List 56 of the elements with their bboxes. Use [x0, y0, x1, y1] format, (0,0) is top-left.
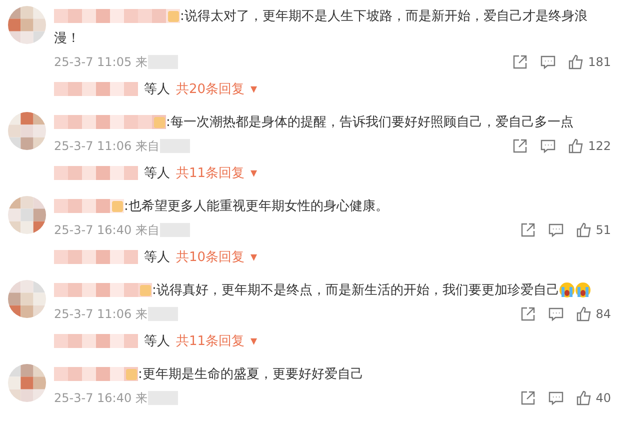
like-icon[interactable] — [568, 138, 584, 154]
caret-icon[interactable]: ▾ — [250, 166, 258, 180]
avatar[interactable] — [8, 364, 46, 402]
comment-text: :也希望更多人能重视更年期女性的身心健康。 — [124, 199, 388, 214]
redacted-name — [54, 198, 124, 214]
like-count: 122 — [588, 139, 611, 153]
avatar[interactable] — [8, 6, 46, 44]
share-icon[interactable] — [520, 306, 536, 322]
comment-source: 来 — [136, 54, 148, 70]
comment-time: 25-3-7 16:40 — [54, 223, 132, 237]
caret-icon[interactable]: ▾ — [250, 82, 258, 96]
comment-time: 25-3-7 11:06 — [54, 139, 132, 153]
reply-count-link[interactable]: 共11条回复 — [176, 164, 245, 182]
comment-time: 25-3-7 11:06 — [54, 307, 132, 321]
like-icon[interactable] — [576, 306, 592, 322]
comment-time: 25-3-7 16:40 — [54, 391, 132, 405]
comment-text: :说得太对了，更年期不是人生下坡路，而是新开始，爱自己才是终身浪 — [180, 9, 588, 24]
reply-count-link[interactable]: 共20条回复 — [176, 80, 245, 98]
comment-source: 来 — [136, 306, 148, 322]
like-count: 51 — [596, 223, 611, 237]
share-icon[interactable] — [520, 222, 536, 238]
comment-text: :更年期是生命的盛夏，更要好好爱自己 — [138, 367, 364, 382]
comment-icon[interactable] — [540, 54, 556, 70]
comment-text: :每一次潮热都是身体的提醒，告诉我们要好好照顾自己，爱自己多一点 — [166, 115, 574, 130]
reply-users: 等人 — [144, 81, 170, 98]
reply-users: 等人 — [144, 333, 170, 350]
comment-source: 来 — [136, 390, 148, 406]
like-count: 84 — [596, 307, 611, 321]
share-icon[interactable] — [512, 138, 528, 154]
avatar[interactable] — [8, 280, 46, 318]
reply-users: 等人 — [144, 249, 170, 266]
avatar[interactable] — [8, 196, 46, 234]
share-icon[interactable] — [520, 390, 536, 406]
comment-text: :说得真好，更年期不是终点，而是新生活的开始，我们要更加珍爱自己 — [152, 283, 560, 298]
comment-icon[interactable] — [548, 390, 564, 406]
like-icon[interactable] — [568, 54, 584, 70]
caret-icon[interactable]: ▾ — [250, 250, 258, 264]
share-icon[interactable] — [512, 54, 528, 70]
comment-icon[interactable] — [548, 222, 564, 238]
like-count: 181 — [588, 55, 611, 69]
reply-count-link[interactable]: 共10条回复 — [176, 248, 245, 266]
like-count: 40 — [596, 391, 611, 405]
crying-face-icon — [575, 282, 592, 298]
caret-icon[interactable]: ▾ — [250, 334, 258, 348]
crying-face-icon — [559, 282, 576, 298]
comment-source: 来自 — [136, 138, 160, 154]
reply-count-link[interactable]: 共11条回复 — [176, 332, 245, 350]
comment-icon[interactable] — [540, 138, 556, 154]
comment-icon[interactable] — [548, 306, 564, 322]
like-icon[interactable] — [576, 390, 592, 406]
comment-text: 漫！ — [54, 30, 81, 48]
comment-source: 来自 — [136, 222, 160, 238]
reply-users: 等人 — [144, 165, 170, 182]
comment-time: 25-3-7 11:05 — [54, 55, 132, 69]
like-icon[interactable] — [576, 222, 592, 238]
avatar[interactable] — [8, 112, 46, 150]
